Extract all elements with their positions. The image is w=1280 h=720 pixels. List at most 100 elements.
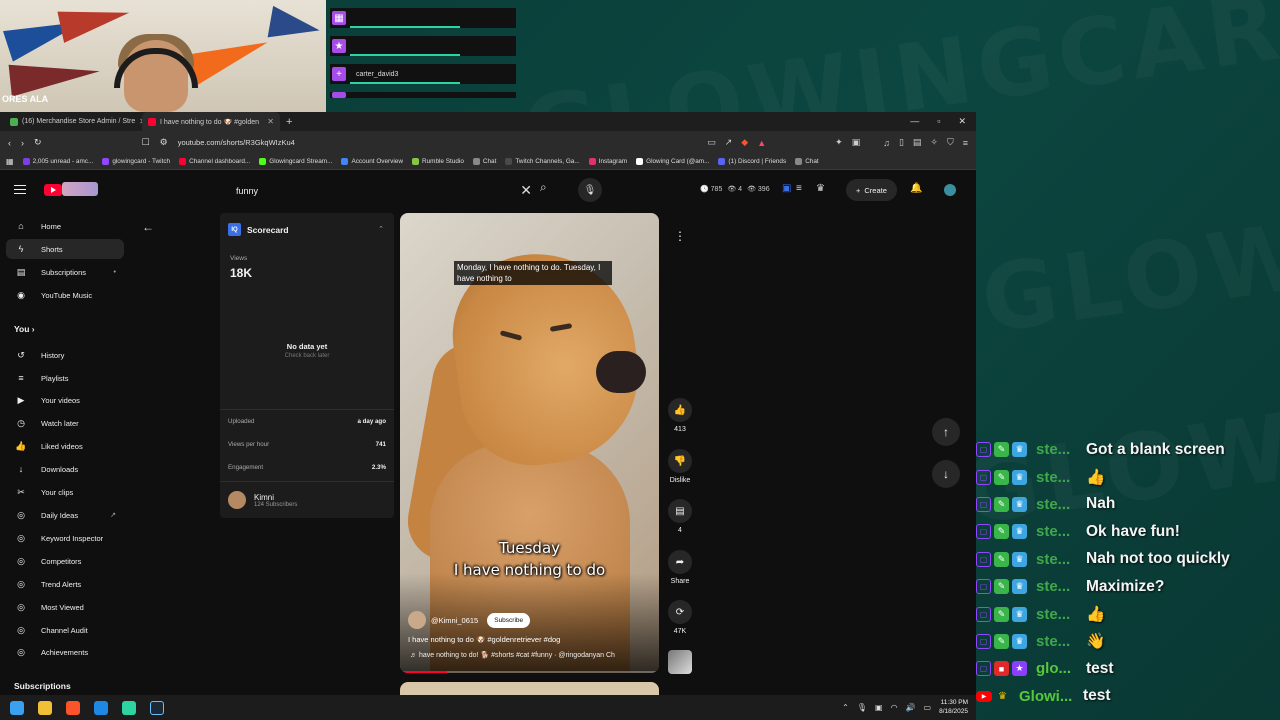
- back-icon[interactable]: ‹: [8, 138, 11, 148]
- app-green-icon[interactable]: [122, 700, 136, 715]
- share-button[interactable]: ➦ Share: [664, 550, 696, 585]
- sidebar-item-playlists[interactable]: ≡ Playlists: [6, 368, 124, 388]
- sidebar-item-liked-videos[interactable]: 👍 Liked videos: [6, 436, 124, 456]
- remix-button[interactable]: ⟳ 47K: [664, 600, 696, 635]
- apps-grid-icon[interactable]: ▦: [6, 157, 14, 166]
- youtube-logo-icon[interactable]: [44, 184, 62, 196]
- search-input[interactable]: funny: [236, 186, 258, 196]
- bookmark-item[interactable]: glowingcard - Twitch: [102, 158, 170, 165]
- taskbar-clock[interactable]: 11:30 PM 8/18/2025: [939, 698, 968, 716]
- next-short-preview[interactable]: [400, 682, 659, 695]
- sidebar-icon[interactable]: ▯: [899, 137, 904, 148]
- sidebar-item-downloads[interactable]: ↓ Downloads: [6, 459, 124, 479]
- channel-avatar[interactable]: [408, 611, 426, 629]
- sidebar-item-your-videos[interactable]: ▶ Your videos: [6, 390, 124, 410]
- new-tab-button[interactable]: +: [286, 116, 292, 128]
- leo-icon[interactable]: ✧: [930, 137, 938, 148]
- subscribe-button[interactable]: Subscribe: [487, 612, 531, 628]
- short-music[interactable]: ♬ have nothing to do! 🐕 #shorts #cat #fu…: [410, 651, 655, 659]
- wallet-icon[interactable]: ▤: [913, 137, 922, 148]
- browser-tab-youtube[interactable]: I have nothing to do 🐶 #golden ✕: [142, 112, 280, 131]
- list-icon[interactable]: ≡: [796, 183, 802, 194]
- sidebar-item-your-clips[interactable]: ✂ Your clips: [6, 482, 124, 502]
- vscode-icon[interactable]: [94, 700, 108, 715]
- bookmark-item[interactable]: Instagram: [588, 158, 627, 165]
- hamburger-menu-icon[interactable]: [14, 185, 26, 194]
- bookmark-item[interactable]: (1) Discord | Friends: [718, 158, 786, 165]
- reload-icon[interactable]: ↻: [34, 137, 42, 148]
- comments-button[interactable]: ▤ 4: [664, 499, 696, 534]
- bookmark-item[interactable]: 2,005 unread - amc...: [22, 158, 93, 165]
- scorecard-channel[interactable]: Kimni 124 Subscribers: [228, 491, 297, 509]
- sidebar-item-history[interactable]: ↺ History: [6, 345, 124, 365]
- sidebar-item-most-viewed[interactable]: ◎ Most Viewed: [6, 597, 124, 617]
- windows-start-icon[interactable]: [10, 700, 24, 715]
- bookmark-item[interactable]: Glowingcard Stream...: [259, 158, 332, 165]
- bookmark-item[interactable]: Chat: [795, 158, 819, 165]
- previous-short-button[interactable]: ↑: [932, 418, 960, 446]
- chevron-up-icon[interactable]: ⌃: [842, 703, 849, 712]
- account-avatar[interactable]: [944, 184, 956, 196]
- minimize-icon[interactable]: —: [910, 116, 919, 127]
- short-video-player[interactable]: Monday, I have nothing to do. Tuesday, I…: [400, 213, 659, 673]
- tray-app-icon[interactable]: ▣: [875, 703, 883, 712]
- scorecard-header[interactable]: IQ Scorecard: [228, 223, 289, 236]
- bookmark-item[interactable]: Twitch Channels, Ga...: [505, 158, 580, 165]
- sidebar-item-subscriptions[interactable]: ▤ Subscriptions •: [6, 262, 124, 282]
- back-arrow-icon[interactable]: ←: [142, 220, 154, 234]
- channel-handle[interactable]: @Kimni_0615: [431, 616, 478, 625]
- video-progress-bar[interactable]: [400, 671, 659, 673]
- sidebar-item-achievements[interactable]: ◎ Achievements: [6, 642, 124, 662]
- create-button[interactable]: + Create: [846, 179, 897, 201]
- extensions-icon[interactable]: ✦: [835, 137, 843, 148]
- clear-search-icon[interactable]: ✕: [520, 182, 532, 199]
- media-icon[interactable]: ♫: [883, 138, 890, 148]
- dislike-button[interactable]: 👎 Dislike: [664, 449, 696, 484]
- bookmark-item[interactable]: Chat: [472, 158, 496, 165]
- you-section-header[interactable]: You ›: [14, 324, 35, 334]
- maximize-icon[interactable]: ▫: [937, 116, 940, 127]
- search-icon[interactable]: ⌕: [540, 180, 547, 195]
- forward-icon[interactable]: ›: [21, 138, 24, 148]
- wifi-icon[interactable]: ◠: [891, 703, 898, 712]
- sidebar-item-watch-later[interactable]: ◷ Watch later: [6, 413, 124, 433]
- site-info-icon[interactable]: ⚙: [160, 137, 168, 148]
- vidiq-icon[interactable]: ▣: [782, 183, 791, 194]
- bookmark-item[interactable]: Rumble Studio: [411, 158, 464, 165]
- sidebar-item-keyword-inspector[interactable]: ◎ Keyword Inspector: [6, 528, 124, 548]
- sound-thumbnail[interactable]: [664, 650, 696, 674]
- file-explorer-icon[interactable]: [38, 700, 52, 715]
- more-options-icon[interactable]: ⋮: [668, 224, 692, 248]
- voice-search-icon[interactable]: 🎙: [578, 178, 602, 202]
- url-input[interactable]: youtube.com/shorts/R3GkqWIzKu4: [178, 138, 295, 147]
- microphone-icon[interactable]: 🎙: [857, 703, 867, 712]
- close-icon[interactable]: ✕: [267, 117, 274, 126]
- sidebar-item-channel-audit[interactable]: ◎ Channel Audit: [6, 620, 124, 640]
- menu-icon[interactable]: ≡: [963, 138, 968, 148]
- youtube-doodle[interactable]: [62, 182, 98, 196]
- brave-shield-icon[interactable]: ◆: [741, 137, 748, 148]
- next-short-button[interactable]: ↓: [932, 460, 960, 488]
- trophy-icon[interactable]: ♛: [816, 183, 825, 194]
- sidebar-item-shorts[interactable]: ϟ Shorts: [6, 239, 124, 259]
- volume-icon[interactable]: 🔊: [906, 703, 916, 712]
- sidebar-item-trend-alerts[interactable]: ◎ Trend Alerts: [6, 574, 124, 594]
- bookmark-item[interactable]: Account Overview: [341, 158, 403, 165]
- browser-tab-merch[interactable]: (16) Merchandise Store Admin / Stre ✕: [4, 112, 142, 131]
- short-title[interactable]: I have nothing to do 🐶 #goldenretriever …: [408, 635, 560, 644]
- sidebar-item-daily-ideas[interactable]: ◎ Daily Ideas ↗: [6, 505, 124, 525]
- chevron-up-icon[interactable]: ⌃: [378, 225, 384, 233]
- close-window-icon[interactable]: ✕: [958, 116, 966, 127]
- battery-icon[interactable]: ▭: [924, 703, 932, 712]
- sidebar-item-youtube-music[interactable]: ◉ YouTube Music: [6, 285, 124, 305]
- steam-icon[interactable]: [150, 700, 164, 715]
- sidebar-item-competitors[interactable]: ◎ Competitors: [6, 551, 124, 571]
- bookmark-item[interactable]: Glowing Card (@am...: [636, 158, 709, 165]
- vpn-icon[interactable]: ⛉: [947, 137, 954, 148]
- sidebar-item-home[interactable]: ⌂ Home: [6, 216, 124, 236]
- like-button[interactable]: 👍 413: [664, 398, 696, 433]
- notifications-bell-icon[interactable]: 🔔: [910, 183, 922, 194]
- bookmark-icon[interactable]: ☐: [142, 137, 150, 148]
- brave-rewards-icon[interactable]: ▲: [757, 138, 766, 148]
- bookmark-item[interactable]: Channel dashboard...: [179, 158, 250, 165]
